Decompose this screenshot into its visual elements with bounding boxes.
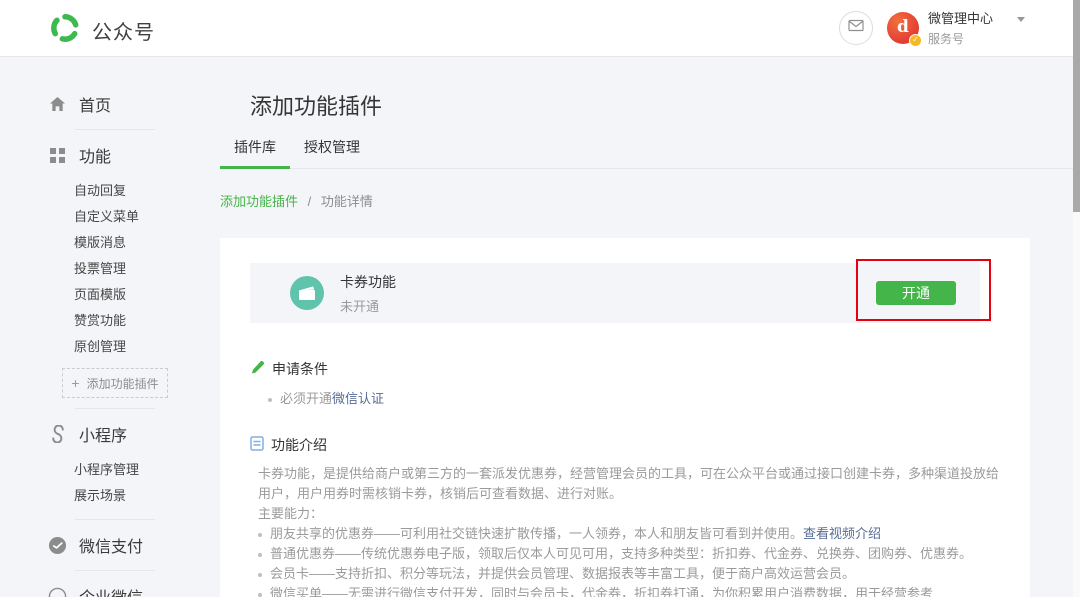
intro-section: 功能介绍 卡券功能，是提供给商户或第三方的一套派发优惠券，经营管理会员的工具，可… [250,435,1000,597]
document-icon [250,436,264,454]
open-button[interactable]: 开通 [876,281,956,305]
sidebar-group-label: 小程序 [79,422,127,446]
screen: 公众号 d ✓ 微管理中心 服务号 [0,0,1080,597]
chevron-down-icon [1017,17,1025,22]
capability-item: 朋友共享的优惠券——可利用社交链快速扩散传播，一人领券，本人和朋友皆可看到并使用… [258,524,1000,544]
bullet-dot [258,593,262,597]
requirements-section: 申请条件 必须开通微信认证 [250,359,1000,409]
sidebar-item-page-template[interactable]: 页面模版 [74,282,220,308]
sidebar-item-label: 企业微信 [79,584,143,597]
grid-icon [48,148,67,163]
envelope-icon [848,19,864,37]
wechat-pay-icon [48,536,67,555]
functions-sub-list: 自动回复 自定义菜单 模版消息 投票管理 页面模版 赞赏功能 原创管理 [74,178,220,360]
sidebar-item-wechat-pay[interactable]: 微信支付 [0,530,220,560]
divider [75,129,155,130]
capabilities-label: 主要能力： [258,504,1000,524]
miniprogram-sub-list: 小程序管理 展示场景 [74,457,220,509]
breadcrumb: 添加功能插件 / 功能详情 [220,191,1073,210]
capabilities-list: 朋友共享的优惠券——可利用社交链快速扩散传播，一人领券，本人和朋友皆可看到并使用… [258,524,1000,597]
divider [75,519,155,520]
sidebar-item-template-message[interactable]: 模版消息 [74,230,220,256]
tab-plugin-library[interactable]: 插件库 [220,135,290,169]
sidebar-item-miniprogram-management[interactable]: 小程序管理 [74,457,220,483]
tab-authorization-management[interactable]: 授权管理 [290,135,374,169]
plugin-status: 未开通 [340,296,396,315]
bullet-dot [258,573,262,577]
intro-description: 卡券功能，是提供给商户或第三方的一套派发优惠券，经营管理会员的工具，可在公众平台… [258,464,1000,504]
sidebar-group-label: 功能 [79,143,111,167]
sidebar-item-original-management[interactable]: 原创管理 [74,334,220,360]
avatar-logo: d [897,17,909,37]
miniprogram-icon [48,425,67,443]
breadcrumb-separator: / [308,194,312,209]
sidebar: 首页 功能 自动回复 自定义菜单 模版消息 投票管理 页面模版 赞赏功能 原创管… [0,57,220,597]
scrollbar[interactable] [1073,0,1080,597]
sidebar-item-custom-menu[interactable]: 自定义菜单 [74,204,220,230]
capability-item: 会员卡——支持折扣、积分等玩法，并提供会员管理、数据报表等丰富工具，便于商户高效… [258,564,1000,584]
logo-text: 公众号 [92,16,155,45]
sidebar-item-vote-management[interactable]: 投票管理 [74,256,220,282]
add-plugin-label: 添加功能插件 [87,375,159,392]
scrollbar-thumb[interactable] [1073,0,1080,212]
breadcrumb-current: 功能详情 [321,194,373,209]
plugin-row: 卡券功能 未开通 开通 [250,263,980,323]
intro-body: 卡券功能，是提供给商户或第三方的一套派发优惠券，经营管理会员的工具，可在公众平台… [258,464,1000,597]
main-content: 添加功能插件 插件库 授权管理 添加功能插件 / 功能详情 卡券功能 未开通 [220,57,1073,597]
account-name: 微管理中心 [928,8,993,27]
verified-badge-icon: ✓ [909,34,922,47]
mail-button[interactable] [839,11,873,45]
wechat-official-accounts-logo-icon [48,11,82,50]
bullet-dot [268,398,272,402]
requirement-text: 必须开通 [280,391,332,406]
header-right: d ✓ 微管理中心 服务号 [839,8,1025,47]
breadcrumb-link[interactable]: 添加功能插件 [220,194,298,209]
bullet-dot [258,553,262,557]
logo: 公众号 [48,11,155,50]
account-type: 服务号 [928,30,1025,47]
sidebar-item-work-wechat[interactable]: 企业微信 [0,581,220,597]
plus-icon: + [71,375,79,391]
sidebar-item-add-plugin[interactable]: + 添加功能插件 [62,368,168,398]
intro-title: 功能介绍 [271,435,327,455]
requirements-title: 申请条件 [272,359,328,379]
sidebar-item-display-scene[interactable]: 展示场景 [74,483,220,509]
wechat-verification-link[interactable]: 微信认证 [332,391,384,406]
divider [75,408,155,409]
sidebar-item-auto-reply[interactable]: 自动回复 [74,178,220,204]
requirement-item: 必须开通微信认证 [268,389,1000,409]
plugin-meta: 卡券功能 未开通 [340,272,396,315]
sidebar-group-miniprogram[interactable]: 小程序 [0,419,220,449]
capability-item: 普通优惠券——传统优惠券电子版，领取后仅本人可见可用，支持多种类型：折扣券、代金… [258,544,1000,564]
intro-header: 功能介绍 [250,435,1000,455]
page-title: 添加功能插件 [250,89,1073,121]
divider [75,570,155,571]
work-wechat-icon [48,587,67,597]
card-coupon-icon [290,276,324,310]
pen-icon [250,360,265,378]
home-icon [48,96,67,112]
avatar[interactable]: d ✓ [887,12,919,44]
plugin-name: 卡券功能 [340,272,396,292]
video-intro-link[interactable]: 查看视频介绍 [803,526,881,541]
tabs: 插件库 授权管理 [220,135,1073,169]
capability-item: 微信买单——无需进行微信支付开发，同时与会员卡，代金券，折扣券打通，为你积累用户… [258,584,1000,597]
content-panel: 卡券功能 未开通 开通 申请条件 必须开通微信认证 [220,238,1030,597]
account-info[interactable]: 微管理中心 服务号 [928,8,1025,47]
sidebar-item-home[interactable]: 首页 [0,89,220,119]
sidebar-group-functions[interactable]: 功能 [0,140,220,170]
requirements-list: 必须开通微信认证 [268,389,1000,409]
top-header: 公众号 d ✓ 微管理中心 服务号 [0,0,1080,57]
sidebar-item-reward[interactable]: 赞赏功能 [74,308,220,334]
bullet-dot [258,533,262,537]
requirements-header: 申请条件 [250,359,1000,379]
sidebar-item-label: 微信支付 [79,533,143,557]
sidebar-item-label: 首页 [79,92,111,116]
